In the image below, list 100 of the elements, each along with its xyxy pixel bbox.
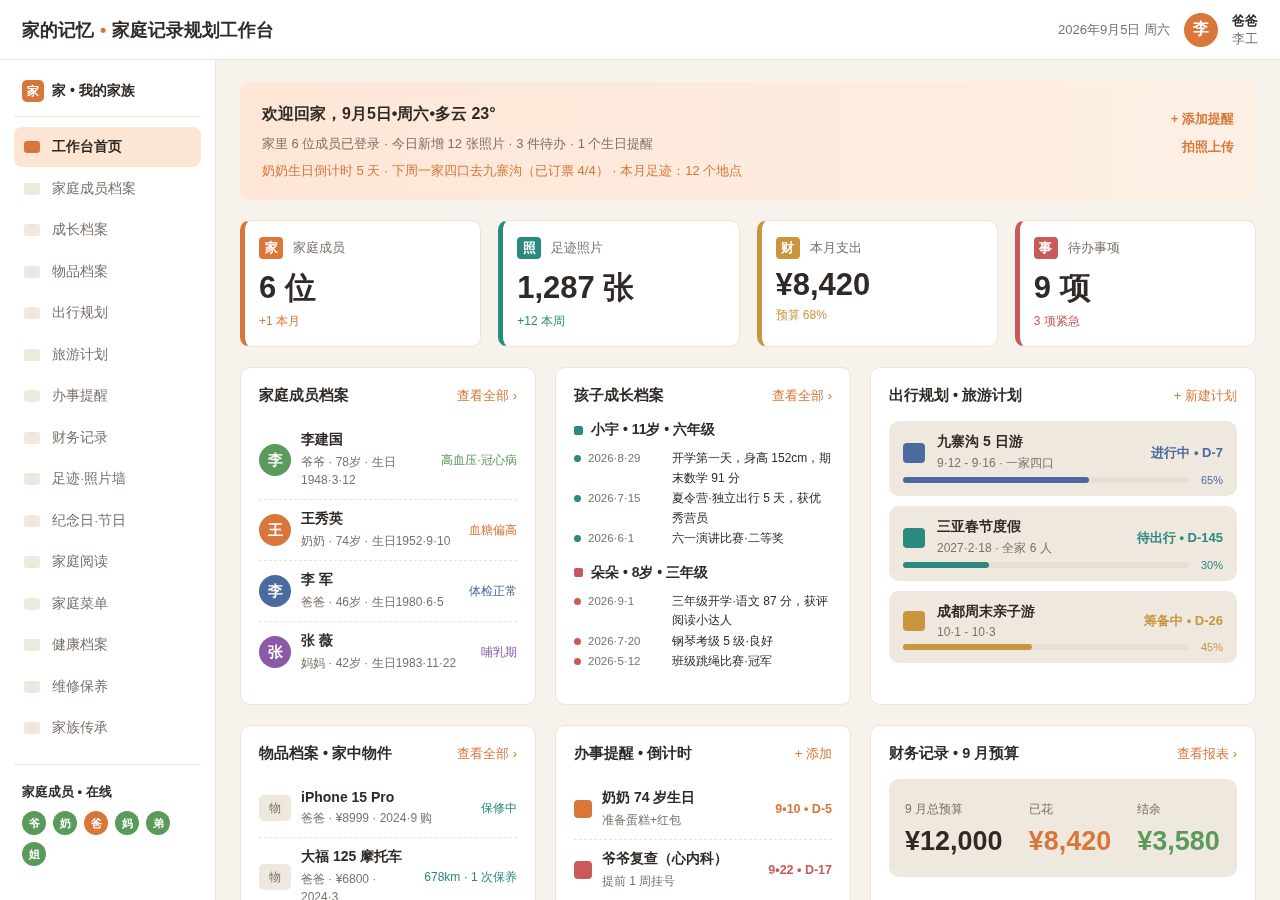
health-tag: 血糖偏高 <box>469 521 517 539</box>
stat-delta: +12 本周 <box>517 313 566 330</box>
reminder-note: 准备蛋糕+红包 <box>602 812 682 829</box>
budget-label: 9 月总预算 <box>905 801 964 818</box>
item-status: 678km · 1 次保养 <box>424 868 517 886</box>
entry-date: 2026·9·1 <box>588 593 636 609</box>
stat-value: 6 位 <box>259 269 317 307</box>
budget-value: ¥8,420 <box>1028 826 1112 857</box>
nav-item[interactable]: 足迹·照片墙 <box>14 459 201 499</box>
member-meta: 奶奶 · 74岁 · 生日1952·9·10 <box>301 533 452 550</box>
card-title: 物品档案 • 家中物件 <box>259 744 393 763</box>
entry-text: 三年级开学·语文 87 分，获评阅读小达人 <box>672 592 829 629</box>
app-title: 家的记忆 • 家庭记录规划工作台 <box>22 18 275 42</box>
trip-card[interactable]: 成都周末亲子游 10·1 - 10·3 筹备中 • D-26 45% <box>889 591 1237 663</box>
stat-label: 本月支出 <box>809 239 862 257</box>
card-title: 家庭成员档案 <box>259 386 349 405</box>
user-name: 爸爸 <box>1232 11 1258 30</box>
timeline-dot-icon <box>574 658 581 665</box>
member-avatar[interactable]: 爷 <box>22 811 46 835</box>
nav-item[interactable]: 家庭菜单 <box>14 583 201 624</box>
reminder-due: 9•22 • D-17 <box>768 863 832 877</box>
stat-value: 1,287 张 <box>517 269 636 307</box>
user-role: 李工 <box>1232 29 1258 48</box>
timeline-dot-icon <box>574 495 581 502</box>
nav-item[interactable]: 财务记录 <box>14 417 201 458</box>
member-avatar[interactable]: 爸 <box>84 811 108 835</box>
stat-label: 待办事项 <box>1067 239 1120 257</box>
nav-item[interactable]: 旅游计划 <box>14 334 201 375</box>
reminder-title: 爷爷复查（心内科） <box>602 850 729 868</box>
trip-card[interactable]: 三亚春节度假 2027·2·18 · 全家 6 人 待出行 • D-145 30% <box>889 506 1237 581</box>
member-avatar[interactable]: 李 <box>259 444 291 476</box>
card-title: 办事提醒 • 倒计时 <box>574 744 693 763</box>
timeline-dot-icon <box>574 597 581 605</box>
card-link[interactable]: 查看报表 › <box>1177 744 1237 763</box>
member-name: 王秀英 <box>301 510 344 528</box>
member-meta: 妈妈 · 42岁 · 生日1983·11·22 <box>301 655 458 672</box>
trip-card[interactable]: 九寨沟 5 日游 9·12 - 9·16 · 一家四口 进行中 • D-7 65% <box>889 421 1237 496</box>
family-name: 家 • 我的家族 <box>52 82 135 100</box>
stat-icon: 照 <box>517 237 542 259</box>
card-link[interactable]: + 添加 <box>794 744 832 763</box>
item-icon: 物 <box>259 864 291 890</box>
trip-status: 待出行 • D-145 <box>1136 528 1223 547</box>
entry-text: 钢琴考级 5 级·良好 <box>672 632 775 650</box>
member-avatar[interactable]: 李 <box>259 575 291 607</box>
stat-icon: 家 <box>259 237 283 259</box>
card-link[interactable]: 查看全部 › <box>457 744 517 763</box>
stat-delta: 3 项紧急 <box>1033 313 1081 330</box>
welcome-title: 欢迎回家，9月5日•周六•多云 23° <box>262 104 497 124</box>
progress-percent: 45% <box>1200 641 1223 653</box>
nav-item[interactable]: 办事提醒 <box>14 376 201 416</box>
card-link[interactable]: 查看全部 › <box>772 386 832 405</box>
trip-status: 筹备中 • D-26 <box>1144 612 1223 630</box>
user-avatar[interactable]: 李 <box>1184 12 1218 47</box>
nav-item[interactable]: 健康档案 <box>14 625 201 665</box>
card-link[interactable]: 查看全部 › <box>457 386 517 405</box>
nav-item[interactable]: 成长档案 <box>14 210 201 250</box>
card-title: 孩子成长档案 <box>574 386 664 405</box>
nav-item[interactable]: 维修保养 <box>14 666 201 707</box>
entry-date: 2026·5·12 <box>588 654 642 669</box>
banner-link[interactable]: 拍照上传 <box>1182 138 1234 156</box>
budget-label: 已花 <box>1028 801 1054 818</box>
date-text: 2026年9月5日 周六 <box>1058 20 1170 39</box>
health-tag: 哺乳期 <box>481 643 517 661</box>
member-avatar[interactable]: 姐 <box>22 842 46 866</box>
stat-value: 9 项 <box>1033 269 1092 307</box>
family-logo: 家 <box>22 80 44 102</box>
budget-label: 结余 <box>1137 801 1163 818</box>
member-avatar[interactable]: 妈 <box>115 811 139 835</box>
nav-item[interactable]: 家庭成员档案 <box>14 168 201 209</box>
trip-dates: 10·1 - 10·3 <box>937 625 997 639</box>
member-meta: 爸爸 · 46岁 · 生日1980·6·5 <box>301 594 445 611</box>
nav-item[interactable]: 物品档案 <box>14 251 201 292</box>
stat-delta: 预算 68% <box>775 307 828 324</box>
banner-link[interactable]: + 添加提醒 <box>1170 110 1234 128</box>
item-meta: 爸爸 · ¥8999 · 2024·9 购 <box>301 810 434 827</box>
stat-value: ¥8,420 <box>775 267 872 303</box>
card-title: 出行规划 • 旅游计划 <box>889 386 1023 405</box>
item-status: 保修中 <box>481 799 517 817</box>
progress-percent: 30% <box>1200 559 1223 571</box>
nav-item[interactable]: 出行规划 <box>14 293 201 333</box>
member-avatar[interactable]: 张 <box>259 636 291 668</box>
card-title: 财务记录 • 9 月预算 <box>889 744 1020 763</box>
stat-icon: 财 <box>775 237 800 259</box>
member-avatar[interactable]: 王 <box>259 514 291 546</box>
member-avatar[interactable]: 奶 <box>53 811 77 835</box>
trip-name: 九寨沟 5 日游 <box>937 433 1024 451</box>
member-avatar[interactable]: 弟 <box>146 811 170 835</box>
card-link[interactable]: + 新建计划 <box>1173 386 1237 405</box>
nav-item[interactable]: 纪念日·节日 <box>14 500 201 541</box>
summary-text: 家里 6 位成员已登录 · 今日新增 12 张照片 · 3 件待办 · 1 个生日提醒 <box>262 135 655 153</box>
reminder-note: 提前 1 周挂号 <box>602 873 677 890</box>
member-name: 李 军 <box>301 571 334 589</box>
online-title: 家庭成员 • 在线 <box>22 783 113 801</box>
nav-item[interactable]: 家族传承 <box>14 708 201 748</box>
nav-item[interactable]: 家庭阅读 <box>14 542 201 582</box>
stat-label: 足迹照片 <box>551 239 604 257</box>
highlight-text: 奶奶生日倒计时 5 天 · 下周一家四口去九寨沟（已订票 4/4） · 本月足迹：12 个地点 <box>262 162 743 180</box>
entry-date: 2026·6·1 <box>588 531 636 546</box>
nav-item[interactable]: 工作台首页 <box>14 127 201 167</box>
member-name: 李建国 <box>301 431 344 449</box>
